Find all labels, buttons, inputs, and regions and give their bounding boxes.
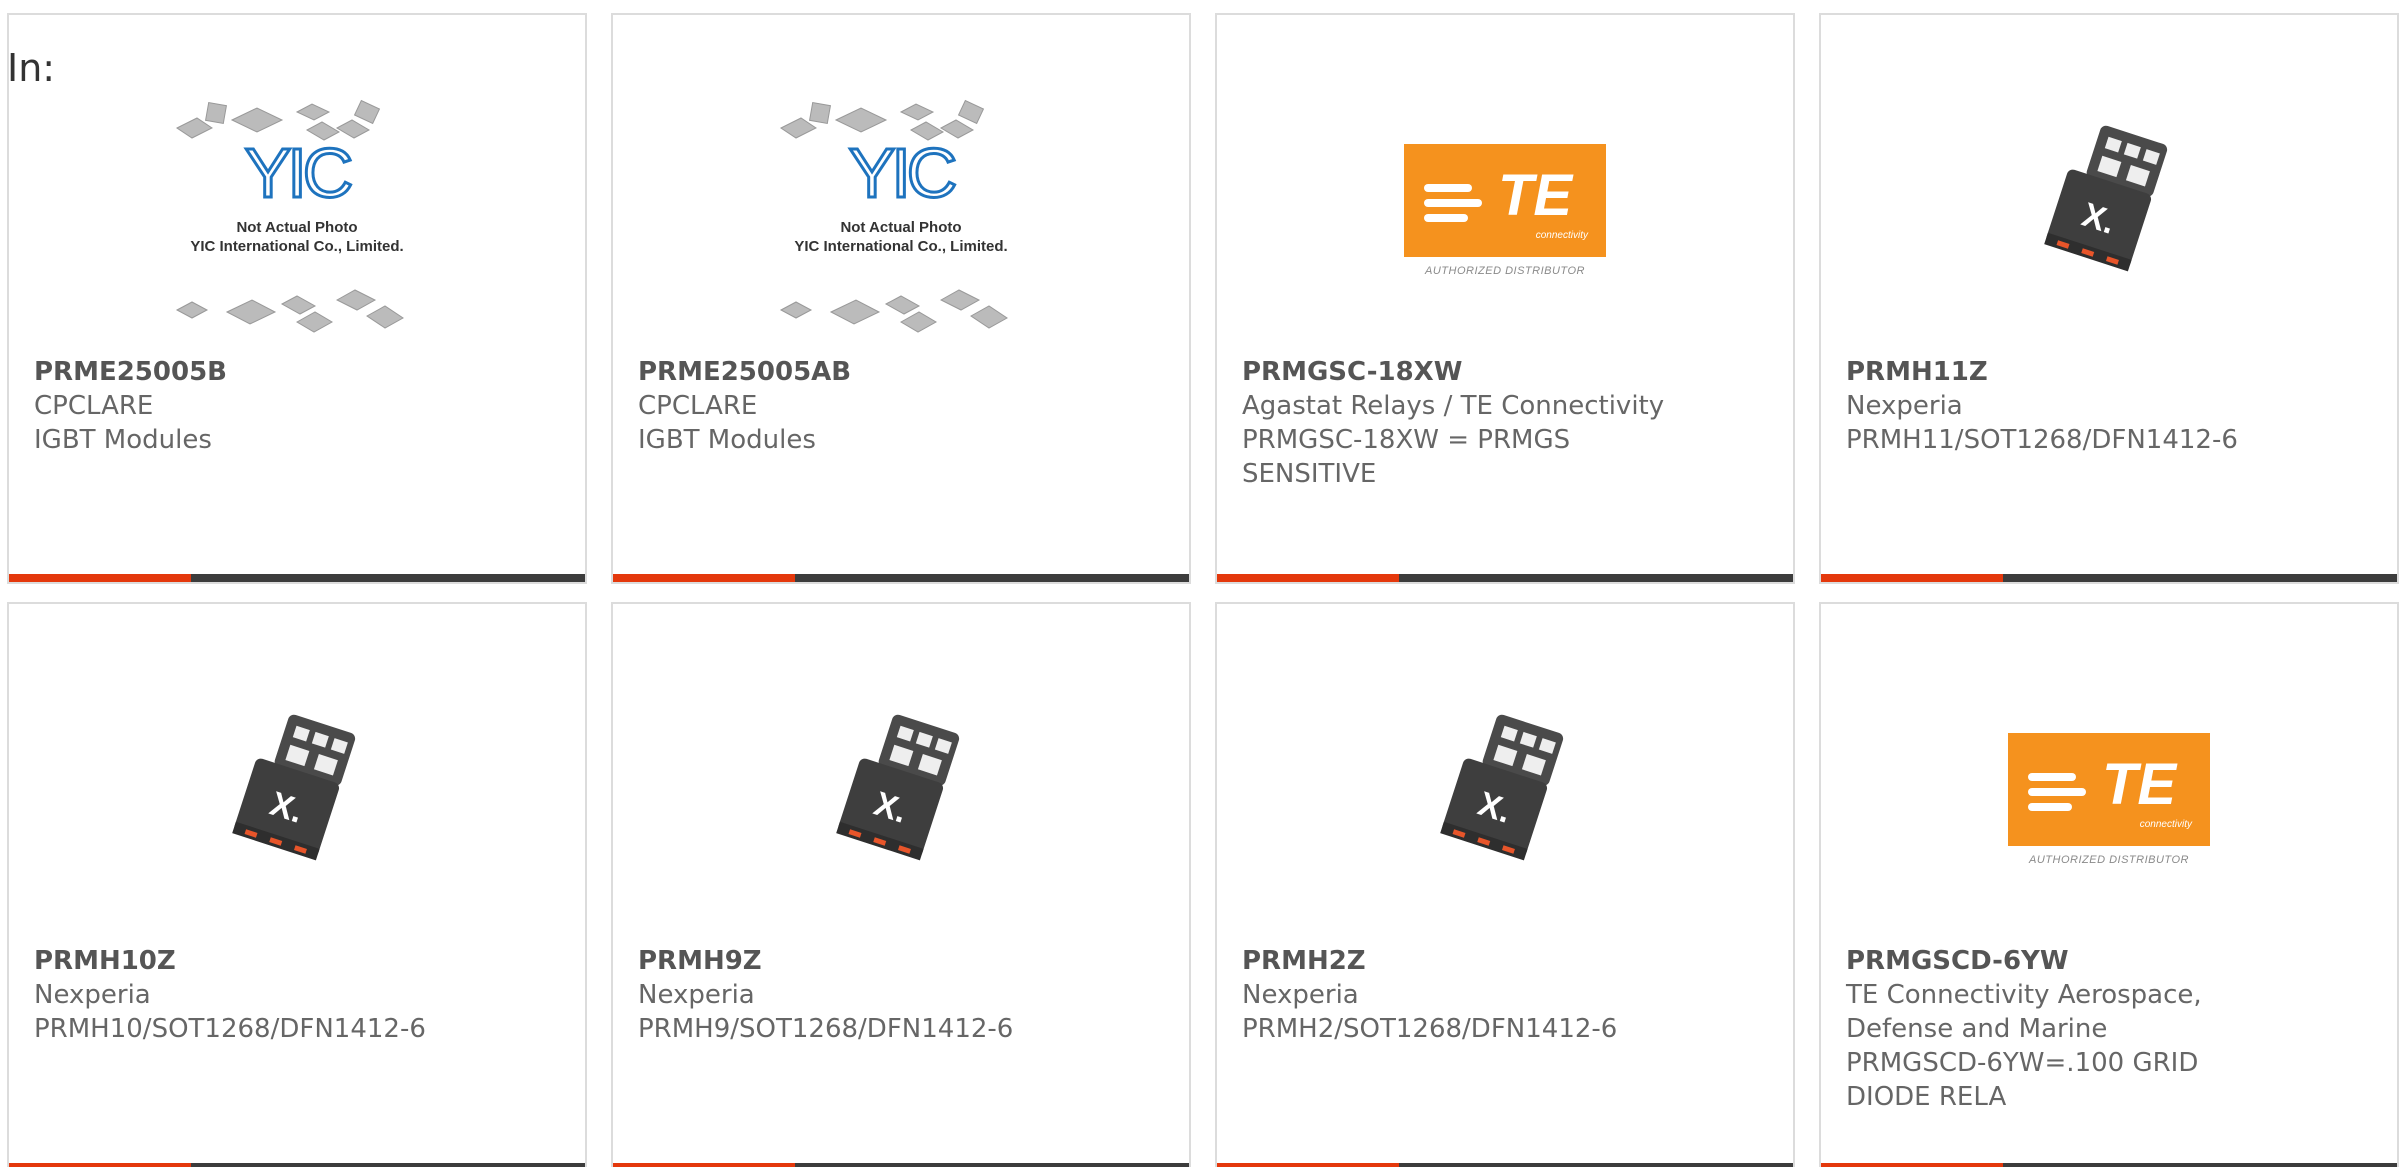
part-number-link[interactable]: PRME25005B <box>34 355 565 389</box>
product-info: PRMH10Z Nexperia PRMH10/SOT1268/DFN1412-6 <box>34 944 565 1046</box>
product-image[interactable]: X. <box>1821 85 2397 365</box>
nexperia-chip-image: X. <box>227 709 367 869</box>
caption-line: YIC International Co., Limited. <box>190 238 404 255</box>
card-accent-bar <box>1821 1163 2003 1167</box>
te-logo-box: TE connectivity <box>2008 732 2210 846</box>
part-number-link[interactable]: PRMH11Z <box>1846 355 2377 389</box>
filter-label: In: <box>7 46 56 90</box>
product-info: PRMGSC-18XW Agastat Relays / TE Connectiv… <box>1242 355 1773 491</box>
te-logo-text: TE <box>2101 751 2177 817</box>
part-number-link[interactable]: PRMGSCD-6YW <box>1846 944 2377 978</box>
component-icons <box>175 99 404 333</box>
product-description: IGBT Modules <box>34 425 212 455</box>
image-caption: Not Actual Photo YIC International Co., L… <box>761 218 1041 256</box>
caption-line: Not Actual Photo <box>840 219 962 236</box>
product-card[interactable]: X. PRMH9Z Nexperia PRMH9/SOT1268/DFN1412-6 <box>611 602 1191 1167</box>
product-info: PRMH11Z Nexperia PRMH11/SOT1268/DFN1412-6 <box>1846 355 2377 457</box>
page: YIC Not Actual Photo YIC International Co.… <box>0 0 2400 1167</box>
manufacturer-name: Nexperia <box>1846 391 1963 421</box>
manufacturer-name: TE Connectivity Aerospace, <box>1846 980 2202 1010</box>
product-description: PRMGSC-18XW = PRMGS <box>1242 425 1571 455</box>
card-accent-bar <box>613 574 795 582</box>
nexperia-chip-image: X. <box>2039 120 2179 280</box>
card-accent-bar <box>1821 574 2003 582</box>
product-description: PRMH11/SOT1268/DFN1412-6 <box>1846 425 2238 455</box>
product-description: PRMH9/SOT1268/DFN1412-6 <box>638 1014 1014 1044</box>
product-card[interactable]: YIC Not Actual Photo YIC International Co.… <box>7 13 587 584</box>
manufacturer-name: CPCLARE <box>638 391 758 421</box>
product-image[interactable]: X. <box>9 674 585 954</box>
te-logo-text: TE <box>1497 162 1573 228</box>
manufacturer-name: CPCLARE <box>34 391 154 421</box>
product-image[interactable]: TE connectivity AUTHORIZED DISTRIBUTOR <box>1821 674 2397 954</box>
product-description: PRMH10/SOT1268/DFN1412-6 <box>34 1014 426 1044</box>
te-logo-subtext: connectivity <box>1535 229 1588 241</box>
te-logo-box: TE connectivity <box>1404 143 1606 257</box>
component-icons <box>779 99 1008 333</box>
te-connectivity-logo: TE connectivity AUTHORIZED DISTRIBUTOR <box>2008 732 2210 866</box>
card-bottom-bar <box>9 1163 585 1167</box>
product-image[interactable]: X. <box>1217 674 1793 954</box>
card-bottom-bar <box>613 1163 1189 1167</box>
image-caption: Not Actual Photo YIC International Co., L… <box>157 218 437 256</box>
card-accent-bar <box>1217 574 1399 582</box>
authorized-distributor-text: AUTHORIZED DISTRIBUTOR <box>1425 264 1585 277</box>
product-grid: YIC Not Actual Photo YIC International Co.… <box>7 13 2399 1167</box>
nexperia-chip-image: X. <box>831 709 971 869</box>
product-description: PRMGSCD-6YW=.100 GRID <box>1846 1048 2199 1078</box>
yic-logo: YIC <box>847 134 959 212</box>
caption-line: YIC International Co., Limited. <box>794 238 1008 255</box>
product-description: SENSITIVE <box>1242 459 1377 489</box>
authorized-distributor-text: AUTHORIZED DISTRIBUTOR <box>2029 853 2189 866</box>
te-connectivity-logo: TE connectivity AUTHORIZED DISTRIBUTOR <box>1404 143 1606 277</box>
card-bottom-bar <box>613 574 1189 582</box>
product-card[interactable]: YIC Not Actual Photo YIC International Co.… <box>611 13 1191 584</box>
product-card[interactable]: TE connectivity AUTHORIZED DISTRIBUTOR PRMG… <box>1819 602 2399 1167</box>
card-accent-bar <box>613 1163 795 1167</box>
product-card[interactable]: X. PRMH10Z Nexperia PRMH10/SOT1268/DFN1412-… <box>7 602 587 1167</box>
card-bottom-bar <box>9 574 585 582</box>
part-number-link[interactable]: PRMH10Z <box>34 944 565 978</box>
yic-placeholder-image: YIC Not Actual Photo YIC International Co.… <box>157 90 437 340</box>
part-number-link[interactable]: PRMH2Z <box>1242 944 1773 978</box>
part-number-link[interactable]: PRMH9Z <box>638 944 1169 978</box>
manufacturer-name: Nexperia <box>34 980 151 1010</box>
product-image[interactable]: TE connectivity AUTHORIZED DISTRIBUTOR <box>1217 85 1793 365</box>
manufacturer-name: Agastat Relays / TE Connectivity <box>1242 391 1665 421</box>
product-info: PRME25005B CPCLARE IGBT Modules <box>34 355 565 457</box>
product-card[interactable]: X. PRMH2Z Nexperia PRMH2/SOT1268/DFN1412-6 <box>1215 602 1795 1167</box>
product-description: PRMH2/SOT1268/DFN1412-6 <box>1242 1014 1618 1044</box>
product-card[interactable]: X. PRMH11Z Nexperia PRMH11/SOT1268/DFN1412-… <box>1819 13 2399 584</box>
nexperia-chip-image: X. <box>1435 709 1575 869</box>
part-number-link[interactable]: PRME25005AB <box>638 355 1169 389</box>
yic-placeholder-image: YIC Not Actual Photo YIC International Co.… <box>761 90 1041 340</box>
card-accent-bar <box>1217 1163 1399 1167</box>
te-logo-subtext: connectivity <box>2139 818 2192 830</box>
manufacturer-name: Nexperia <box>638 980 755 1010</box>
part-number-link[interactable]: PRMGSC-18XW <box>1242 355 1773 389</box>
product-info: PRMH2Z Nexperia PRMH2/SOT1268/DFN1412-6 <box>1242 944 1773 1046</box>
product-description: Defense and Marine <box>1846 1014 2108 1044</box>
product-image[interactable]: YIC Not Actual Photo YIC International Co.… <box>9 85 585 365</box>
yic-logo: YIC <box>243 134 355 212</box>
card-accent-bar <box>9 574 191 582</box>
product-info: PRMGSCD-6YW TE Connectivity Aerospace, Def… <box>1846 944 2377 1114</box>
product-info: PRME25005AB CPCLARE IGBT Modules <box>638 355 1169 457</box>
manufacturer-name: Nexperia <box>1242 980 1359 1010</box>
caption-line: Not Actual Photo <box>236 219 358 236</box>
card-bottom-bar <box>1821 574 2397 582</box>
product-description: DIODE RELA <box>1846 1082 2007 1112</box>
card-bottom-bar <box>1217 1163 1793 1167</box>
card-bottom-bar <box>1821 1163 2397 1167</box>
card-bottom-bar <box>1217 574 1793 582</box>
card-accent-bar <box>9 1163 191 1167</box>
product-description: IGBT Modules <box>638 425 816 455</box>
product-image[interactable]: YIC Not Actual Photo YIC International Co.… <box>613 85 1189 365</box>
product-card[interactable]: TE connectivity AUTHORIZED DISTRIBUTOR PRMG… <box>1215 13 1795 584</box>
product-info: PRMH9Z Nexperia PRMH9/SOT1268/DFN1412-6 <box>638 944 1169 1046</box>
product-image[interactable]: X. <box>613 674 1189 954</box>
